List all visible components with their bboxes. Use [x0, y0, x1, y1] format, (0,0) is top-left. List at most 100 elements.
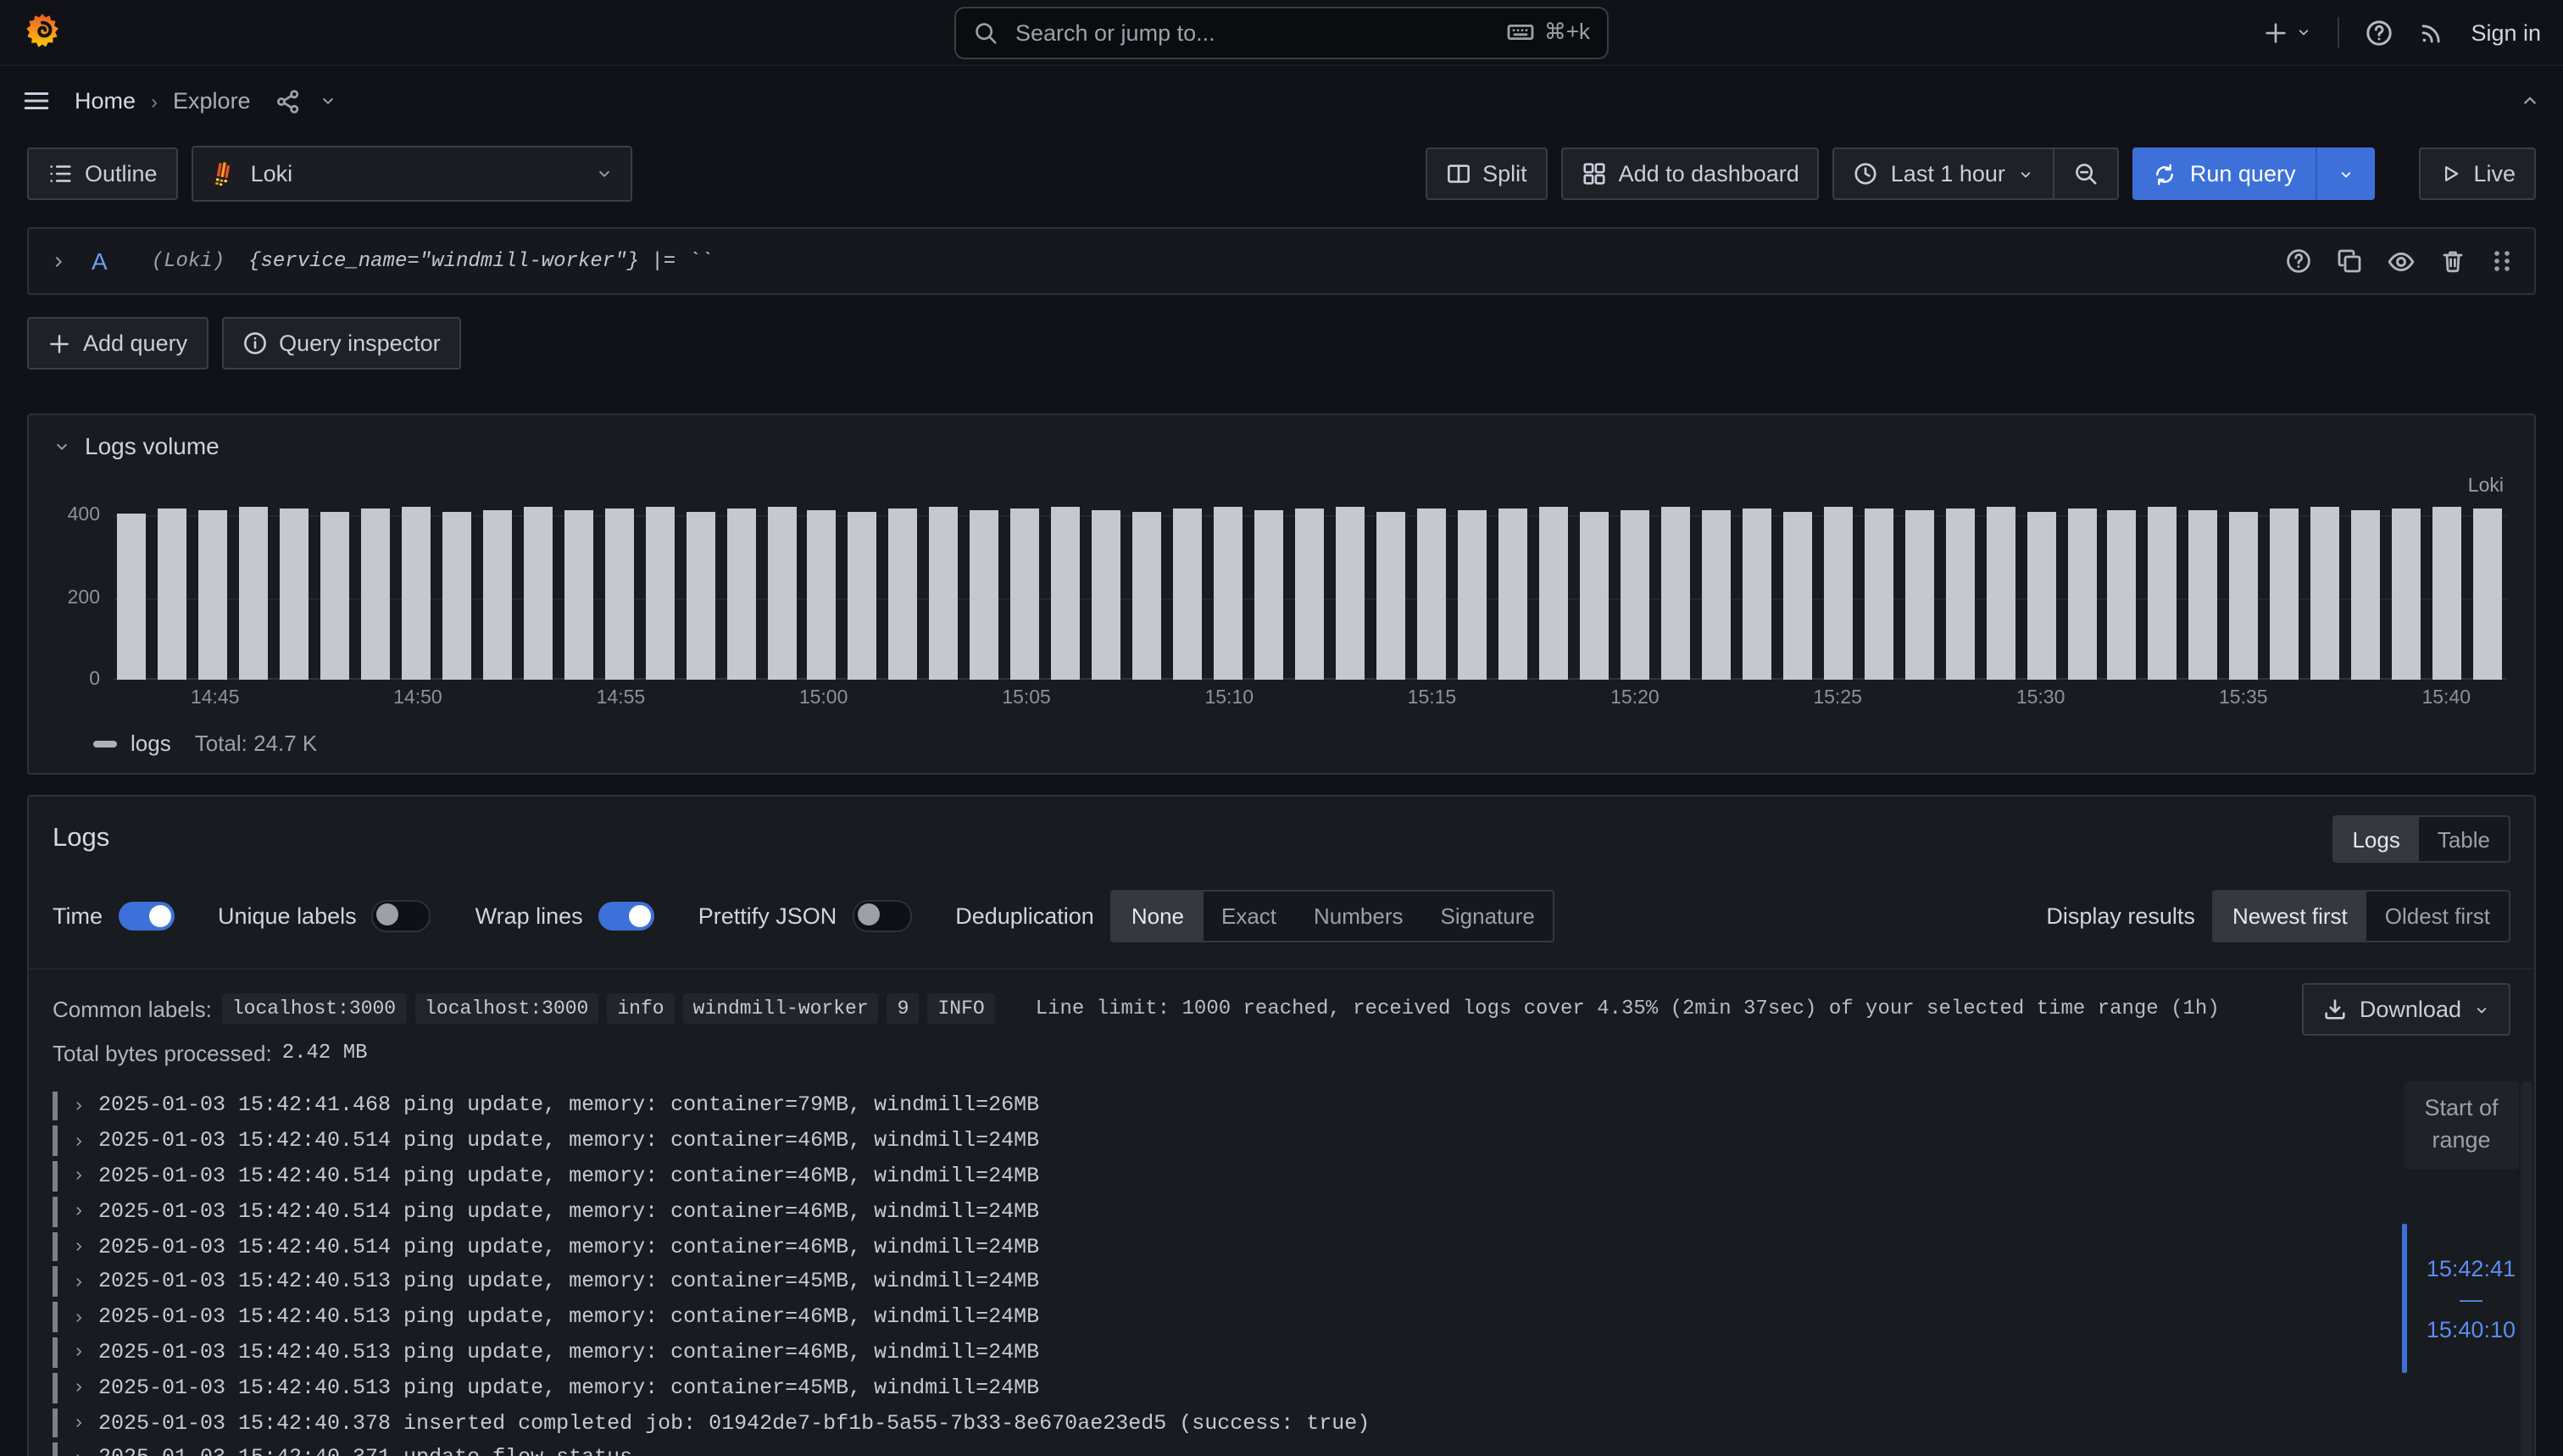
log-row[interactable]: 2025-01-03 15:42:40.513 ping update, mem…: [53, 1264, 2510, 1300]
query-expression[interactable]: {service_name="windmill-worker"} |= ``: [248, 249, 712, 273]
keyboard-icon: [1507, 19, 1534, 46]
volume-bar: [1092, 509, 1121, 680]
plus-icon: [47, 331, 71, 355]
view-option-logs[interactable]: Logs: [2333, 817, 2418, 861]
logs-volume-header[interactable]: Logs volume: [29, 415, 2534, 466]
log-expand-chevron-icon: [58, 1229, 98, 1264]
toggle-switch-prettify-json[interactable]: [852, 900, 911, 932]
query-hide-eye-icon[interactable]: [2387, 247, 2416, 275]
toggle-label: Wrap lines: [475, 903, 583, 929]
add-query-button[interactable]: Add query: [27, 317, 208, 370]
logs-controls: TimeUnique labelsWrap linesPrettify JSON…: [29, 876, 2534, 970]
chart-plot[interactable]: 14:4514:5014:5515:0015:0515:1015:1515:20…: [114, 503, 2507, 680]
order-option-newest-first[interactable]: Newest first: [2214, 892, 2366, 941]
toggle-switch-unique-labels[interactable]: [372, 900, 431, 932]
logs-meta: Common labels: localhost:3000localhost:3…: [29, 970, 2534, 1066]
log-row[interactable]: 2025-01-03 15:42:40.378 inserted complet…: [53, 1405, 2510, 1441]
volume-bar: [1621, 509, 1649, 680]
volume-bar: [320, 512, 349, 680]
outline-button[interactable]: Outline: [27, 147, 178, 200]
log-row[interactable]: 2025-01-03 15:42:40.514 ping update, mem…: [53, 1124, 2510, 1159]
logs-scrollbar[interactable]: [2521, 1081, 2532, 1456]
log-row[interactable]: 2025-01-03 15:42:40.513 ping update, mem…: [53, 1335, 2510, 1370]
log-row[interactable]: 2025-01-03 15:42:40.514 ping update, mem…: [53, 1159, 2510, 1194]
dedup-option-none[interactable]: None: [1113, 892, 1203, 941]
query-expand-chevron-icon[interactable]: [49, 252, 68, 270]
time-range-indicator: 15:42:41 — 15:40:10: [2403, 1224, 2516, 1373]
log-rows: 2025-01-03 15:42:41.468 ping update, mem…: [29, 1088, 2534, 1456]
sign-in-link[interactable]: Sign in: [2471, 19, 2541, 45]
search-input[interactable]: [1012, 18, 1493, 47]
breadcrumb-bar: Home › Explore: [0, 66, 2563, 136]
zoom-out-button[interactable]: [2054, 149, 2117, 198]
run-query-chevron-button[interactable]: [2317, 147, 2375, 200]
x-axis-tick: 14:50: [393, 688, 442, 709]
dedup-cluster: Deduplication NoneExactNumbersSignature: [955, 890, 1555, 942]
log-row[interactable]: 2025-01-03 15:42:40.514 ping update, mem…: [53, 1194, 2510, 1230]
log-line-text: 2025-01-03 15:42:40.513 ping update, mem…: [98, 1370, 1039, 1406]
run-query-button[interactable]: Run query: [2132, 147, 2316, 200]
search-shortcut: ⌘+k: [1507, 19, 1590, 46]
outline-list-icon: [47, 161, 73, 186]
x-axis-tick: 15:00: [799, 688, 848, 709]
x-axis-tick: 15:15: [1408, 688, 1457, 709]
chevron-down-icon[interactable]: [319, 92, 337, 110]
download-button[interactable]: Download: [2302, 983, 2510, 1036]
volume-bar: [2026, 512, 2055, 680]
global-search[interactable]: ⌘+k: [954, 6, 1609, 58]
live-button[interactable]: Live: [2419, 147, 2536, 200]
volume-bar: [2230, 511, 2259, 680]
toggle-switch-wrap-lines[interactable]: [598, 902, 654, 931]
share-icon[interactable]: [275, 87, 302, 114]
toggle-time: Time: [53, 902, 174, 931]
log-row[interactable]: 2025-01-03 15:42:40.514 ping update, mem…: [53, 1229, 2510, 1264]
chevron-down-icon: [2294, 24, 2311, 41]
logs-panel: Logs LogsTable TimeUnique labelsWrap lin…: [27, 795, 2536, 1456]
query-drag-handle-icon[interactable]: [2490, 247, 2514, 275]
top-nav: ⌘+k Sign in: [0, 0, 2563, 66]
chevron-down-icon: [2473, 1001, 2490, 1018]
breadcrumb-explore[interactable]: Explore: [173, 88, 251, 114]
legend-series-name[interactable]: logs: [131, 731, 171, 756]
dedup-option-numbers[interactable]: Numbers: [1295, 892, 1422, 941]
menu-toggle-hamburger-icon[interactable]: [22, 86, 51, 115]
toggle-wrap-lines: Wrap lines: [475, 902, 654, 931]
logs-volume-chart[interactable]: Loki 0200400 14:4514:5014:5515:0015:0515…: [42, 503, 2507, 756]
toggle-switch-time[interactable]: [118, 902, 174, 931]
new-menu-button[interactable]: [2262, 19, 2311, 45]
volume-bar: [482, 509, 511, 680]
toggle-label: Unique labels: [218, 903, 357, 929]
x-axis-labels: 14:4514:5014:5515:0015:0515:1015:1515:20…: [114, 683, 2507, 714]
grafana-logo-icon[interactable]: [22, 12, 63, 53]
add-to-dashboard-button[interactable]: Add to dashboard: [1561, 147, 1820, 200]
log-row[interactable]: 2025-01-03 15:42:40.513 ping update, mem…: [53, 1370, 2510, 1406]
query-delete-trash-icon[interactable]: [2439, 247, 2466, 275]
split-button[interactable]: Split: [1425, 147, 1548, 200]
view-option-table[interactable]: Table: [2419, 817, 2509, 861]
query-help-icon[interactable]: [2285, 247, 2312, 275]
log-expand-chevron-icon: [58, 1088, 98, 1124]
query-copy-icon[interactable]: [2336, 247, 2363, 275]
log-row[interactable]: 2025-01-03 15:42:41.468 ping update, mem…: [53, 1088, 2510, 1124]
collapse-panel-chevron-up-icon[interactable]: [2519, 90, 2541, 112]
order-option-oldest-first[interactable]: Oldest first: [2366, 892, 2509, 941]
news-rss-icon[interactable]: [2418, 19, 2445, 46]
logs-volume-title: Logs volume: [85, 432, 220, 459]
time-range-button[interactable]: Last 1 hour: [1835, 149, 2053, 198]
query-ref-id[interactable]: A: [92, 247, 108, 275]
help-icon[interactable]: [2364, 18, 2393, 47]
volume-bar: [848, 513, 877, 680]
time-indicator-bar: [2403, 1224, 2408, 1373]
log-row[interactable]: 2025-01-03 15:42:40.513 ping update, mem…: [53, 1300, 2510, 1336]
start-of-range-button[interactable]: Start of range: [2404, 1081, 2519, 1170]
dedup-option-exact[interactable]: Exact: [1203, 892, 1295, 941]
x-axis-tick: 15:05: [1002, 688, 1051, 709]
breadcrumb-home[interactable]: Home: [75, 88, 136, 114]
datasource-picker[interactable]: Loki: [192, 146, 632, 202]
log-row[interactable]: 2025-01-03 15:42:40.371 update flow stat…: [53, 1441, 2510, 1456]
query-inspector-button[interactable]: Query inspector: [221, 317, 461, 370]
clock-icon: [1854, 161, 1879, 186]
common-label-chip: localhost:3000: [414, 993, 598, 1024]
dedup-option-signature[interactable]: Signature: [1422, 892, 1554, 941]
volume-bar: [1904, 510, 1933, 680]
